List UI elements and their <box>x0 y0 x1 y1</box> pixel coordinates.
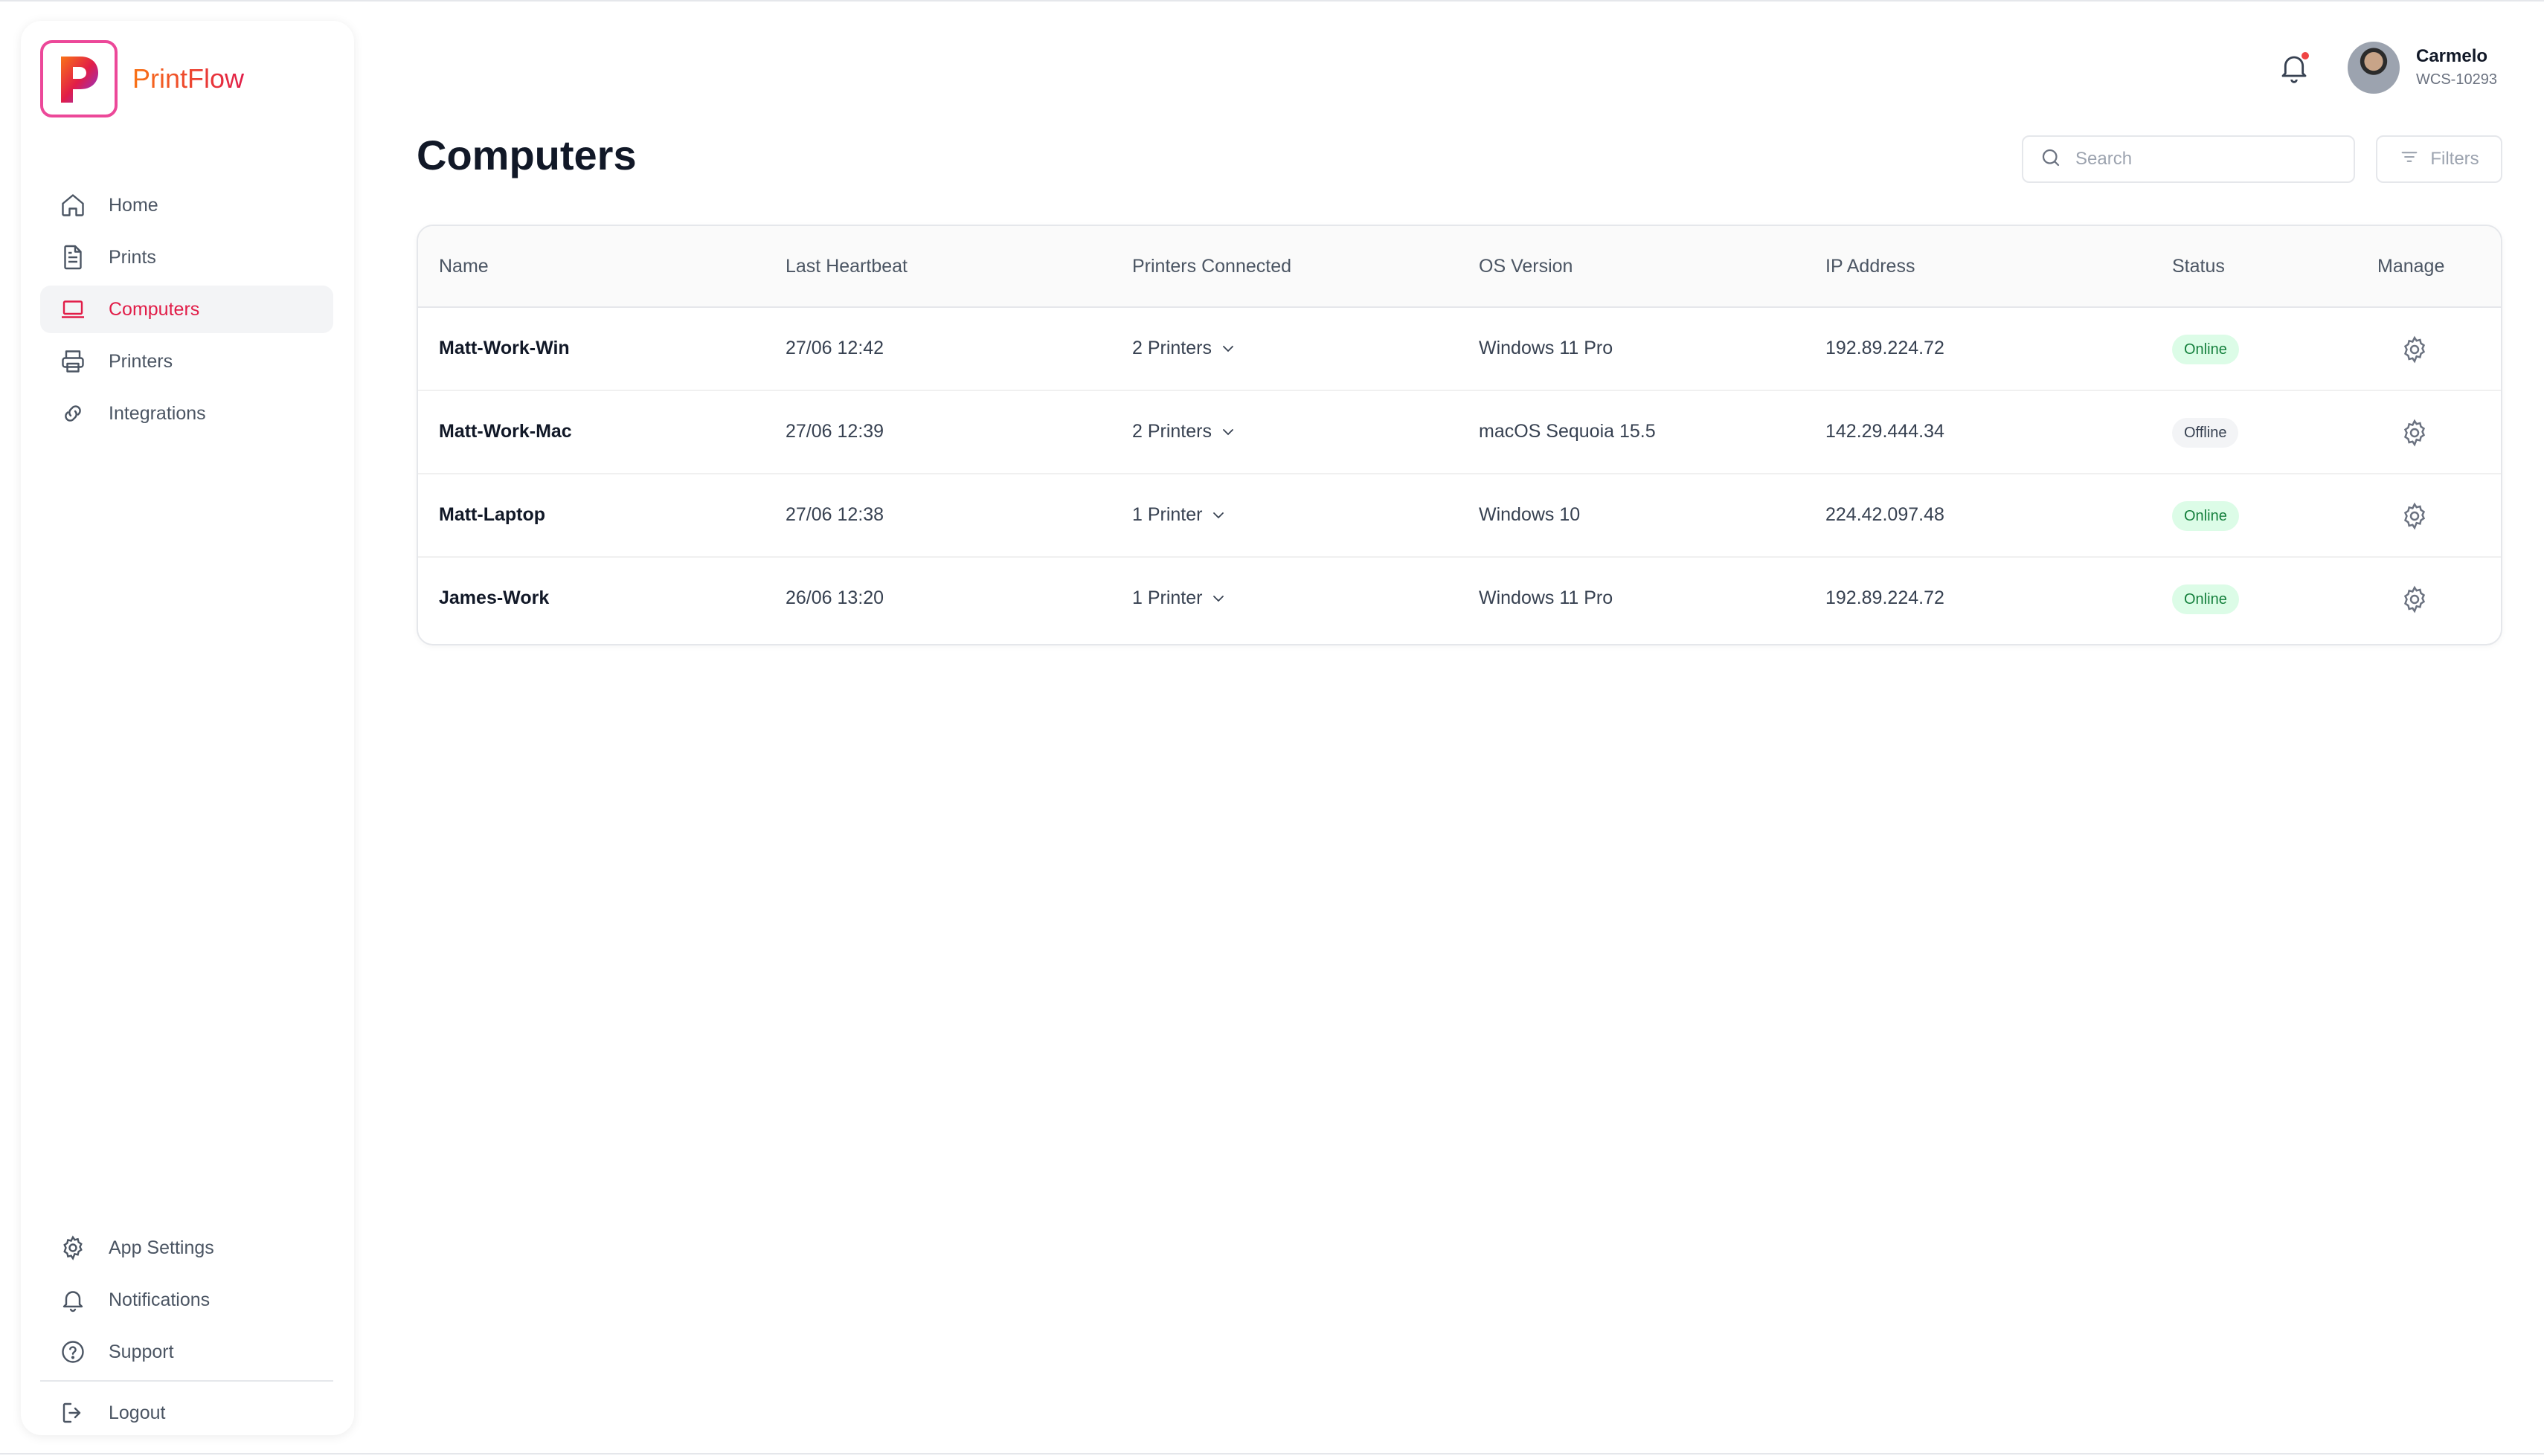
gear-icon <box>58 1233 88 1263</box>
status-badge: Online <box>2172 501 2239 531</box>
status-badge: Online <box>2172 335 2239 364</box>
chevron-down-icon <box>1213 512 1224 518</box>
sidebar-item-label: Home <box>109 194 158 216</box>
manage-gear-icon[interactable] <box>2400 501 2429 531</box>
app-logo[interactable]: PrintFlow <box>40 40 244 117</box>
computer-name: Matt-Work-Mac <box>439 421 572 442</box>
bottom-border <box>0 1453 2544 1455</box>
printer-icon <box>58 347 88 376</box>
sidebar-item-label: Printers <box>109 350 173 372</box>
table-row[interactable]: James-Work 26/06 13:20 1 Printer Windows… <box>418 558 2501 641</box>
search-icon <box>2040 146 2062 173</box>
top-border <box>0 0 2544 1</box>
column-header-status[interactable]: Status <box>2172 256 2225 277</box>
logout-button[interactable]: Logout <box>40 1389 333 1437</box>
table-row[interactable]: Matt-Laptop 27/06 12:38 1 Printer Window… <box>418 474 2501 558</box>
unread-indicator <box>2302 52 2309 59</box>
chevron-down-icon <box>1223 428 1233 435</box>
help-circle-icon <box>58 1337 88 1367</box>
search-input[interactable] <box>2075 149 2343 170</box>
printers-count: 1 Printer <box>1132 504 1203 525</box>
logout-icon <box>58 1398 88 1428</box>
os-version: Windows 10 <box>1479 504 1581 525</box>
logo-mark-icon <box>40 40 118 117</box>
column-header-last-heartbeat[interactable]: Last Heartbeat <box>786 256 908 277</box>
printers-dropdown[interactable]: 2 Printers <box>1132 421 1237 442</box>
printers-dropdown[interactable]: 2 Printers <box>1132 338 1237 359</box>
last-heartbeat: 27/06 12:39 <box>786 421 884 442</box>
page-title: Computers <box>417 132 637 178</box>
last-heartbeat: 27/06 12:42 <box>786 338 884 358</box>
chevron-down-icon <box>1213 595 1224 602</box>
ip-address: 224.42.097.48 <box>1825 504 1944 525</box>
computer-name: Matt-Work-Win <box>439 338 570 358</box>
column-header-os[interactable]: OS Version <box>1479 256 1573 277</box>
sidebar-item-notifications[interactable]: Notifications <box>40 1276 333 1324</box>
printers-count: 1 Printer <box>1132 587 1203 608</box>
printers-count: 2 Printers <box>1132 421 1212 442</box>
sidebar-item-home[interactable]: Home <box>40 181 333 229</box>
column-header-ip[interactable]: IP Address <box>1825 256 1915 277</box>
sidebar-item-computers[interactable]: Computers <box>40 286 333 333</box>
sidebar-item-label: Support <box>109 1341 174 1362</box>
sidebar-item-label: Notifications <box>109 1289 211 1310</box>
sidebar-item-label: Integrations <box>109 402 206 424</box>
avatar[interactable] <box>2348 42 2400 94</box>
sidebar-item-prints[interactable]: Prints <box>40 233 333 281</box>
manage-gear-icon[interactable] <box>2400 584 2429 614</box>
logout-label: Logout <box>109 1402 166 1423</box>
last-heartbeat: 27/06 12:38 <box>786 504 884 525</box>
app-name: PrintFlow <box>132 63 245 94</box>
home-icon <box>58 190 88 220</box>
last-heartbeat: 26/06 13:20 <box>786 587 884 608</box>
printers-dropdown[interactable]: 1 Printer <box>1132 504 1227 526</box>
computer-name: James-Work <box>439 587 550 608</box>
sidebar-item-support[interactable]: Support <box>40 1328 333 1376</box>
filter-icon <box>2399 146 2420 173</box>
column-header-manage: Manage <box>2377 256 2445 277</box>
sidebar-item-label: App Settings <box>109 1237 214 1258</box>
os-version: Windows 11 Pro <box>1479 587 1613 608</box>
filters-label: Filters <box>2430 149 2479 169</box>
column-header-name[interactable]: Name <box>439 256 489 277</box>
document-icon <box>58 242 88 272</box>
sidebar-item-label: Prints <box>109 246 156 268</box>
nav-divider <box>40 1380 333 1382</box>
computer-name: Matt-Laptop <box>439 504 546 525</box>
link-icon <box>58 399 88 428</box>
sidebar: PrintFlow Home Prints Computers Printers <box>21 21 354 1435</box>
status-badge: Offline <box>2172 418 2239 448</box>
sidebar-item-label: Computers <box>109 298 200 320</box>
ip-address: 142.29.444.34 <box>1825 421 1944 442</box>
main-nav: Home Prints Computers Printers Integrati… <box>40 181 333 442</box>
computers-table: Name Last Heartbeat Printers Connected O… <box>417 225 2502 645</box>
user-id: WCS-10293 <box>2416 71 2497 88</box>
manage-gear-icon[interactable] <box>2400 335 2429 364</box>
ip-address: 192.89.224.72 <box>1825 587 1944 608</box>
column-header-printers[interactable]: Printers Connected <box>1132 256 1291 277</box>
filters-button[interactable]: Filters <box>2376 135 2502 183</box>
os-version: macOS Sequoia 15.5 <box>1479 421 1656 442</box>
printers-count: 2 Printers <box>1132 338 1212 358</box>
table-row[interactable]: Matt-Work-Win 27/06 12:42 2 Printers Win… <box>418 308 2501 391</box>
secondary-nav: App Settings Notifications Support Logou… <box>40 1224 333 1441</box>
bell-icon <box>58 1285 88 1315</box>
ip-address: 192.89.224.72 <box>1825 338 1944 358</box>
laptop-icon <box>58 294 88 324</box>
table-header: Name Last Heartbeat Printers Connected O… <box>418 226 2501 308</box>
manage-gear-icon[interactable] <box>2400 418 2429 448</box>
chevron-down-icon <box>1223 345 1233 352</box>
os-version: Windows 11 Pro <box>1479 338 1613 358</box>
search-box[interactable] <box>2022 135 2355 183</box>
status-badge: Online <box>2172 584 2239 614</box>
sidebar-item-integrations[interactable]: Integrations <box>40 390 333 437</box>
table-row[interactable]: Matt-Work-Mac 27/06 12:39 2 Printers mac… <box>418 391 2501 474</box>
sidebar-item-app-settings[interactable]: App Settings <box>40 1224 333 1272</box>
sidebar-item-printers[interactable]: Printers <box>40 338 333 385</box>
user-name: Carmelo <box>2416 46 2488 66</box>
printers-dropdown[interactable]: 1 Printer <box>1132 587 1227 609</box>
